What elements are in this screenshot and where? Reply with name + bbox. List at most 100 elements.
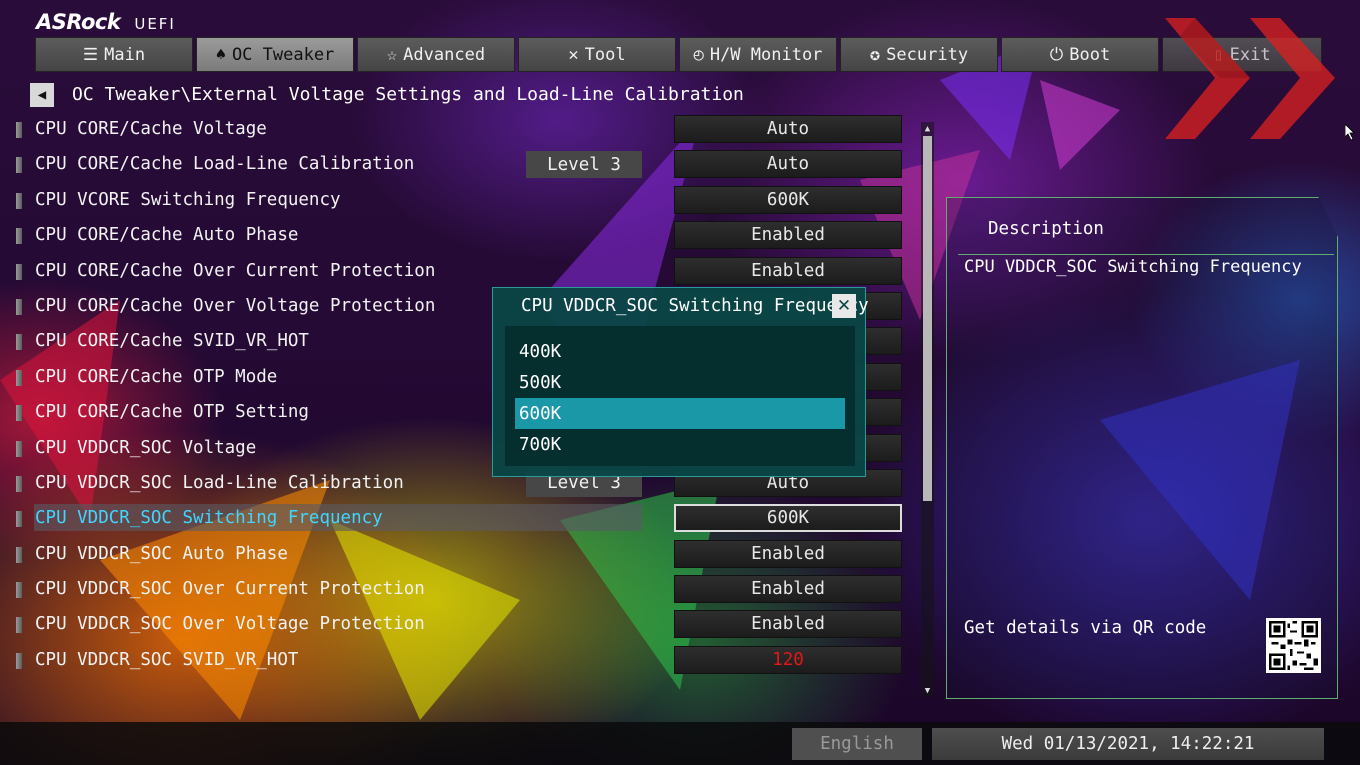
setting-value[interactable]: Enabled [674, 610, 902, 639]
tab-security[interactable]: ✪ Security [840, 37, 998, 72]
setting-label: CPU CORE/Cache Auto Phase [35, 225, 299, 246]
qr-code-icon [1266, 618, 1321, 673]
setting-value[interactable]: Enabled [674, 256, 902, 285]
popup-option[interactable]: 700K [515, 429, 845, 460]
setting-label: CPU CORE/Cache OTP Setting [35, 402, 309, 423]
row-bullet-icon [16, 440, 22, 457]
setting-label: CPU VDDCR_SOC Load-Line Calibration [35, 472, 404, 493]
setting-label: CPU CORE/Cache SVID_VR_HOT [35, 331, 309, 352]
row-bullet-icon [16, 157, 22, 174]
setting-label: CPU CORE/Cache Over Current Protection [35, 260, 436, 281]
scroll-down-arrow-icon[interactable]: ▼ [921, 684, 934, 697]
setting-row[interactable]: CPU CORE/Cache Over Current Protection E… [14, 254, 914, 289]
popup-title: CPU VDDCR_SOC Switching Frequency [521, 296, 869, 316]
watermark-logo [1165, 18, 1335, 139]
logo-brand: ASRock [36, 10, 121, 34]
setting-value[interactable]: 120 [674, 645, 902, 674]
scroll-up-arrow-icon[interactable]: ▲ [921, 122, 934, 135]
setting-label: CPU CORE/Cache Voltage [35, 119, 267, 139]
tab-main[interactable]: ☰ Main [35, 37, 193, 72]
row-bullet-icon [16, 228, 22, 245]
setting-row-selected[interactable]: CPU VDDCR_SOC Switching Frequency 600K [14, 501, 914, 536]
setting-row[interactable]: CPU VDDCR_SOC Over Current Protection En… [14, 572, 914, 607]
option-popup: CPU VDDCR_SOC Switching Frequency ✕ 400K… [492, 287, 869, 477]
row-bullet-icon [16, 475, 22, 492]
power-icon: ⏻ [1049, 44, 1064, 65]
qr-label: Get details via QR code [964, 618, 1207, 638]
language-button[interactable]: English [792, 728, 922, 760]
setting-value[interactable]: Auto [674, 150, 902, 179]
star-icon: ☆ [386, 44, 398, 65]
tab-advanced[interactable]: ☆ Advanced [357, 37, 515, 72]
setting-row[interactable]: CPU VDDCR_SOC SVID_VR_HOT 120 [14, 643, 914, 678]
popup-option[interactable]: 400K [515, 336, 845, 367]
setting-row[interactable]: CPU CORE/Cache Voltage Auto [14, 112, 914, 147]
row-bullet-icon [16, 511, 22, 528]
setting-label: CPU VDDCR_SOC Over Current Protection [35, 579, 425, 600]
mouse-cursor-icon [1345, 124, 1355, 140]
setting-row[interactable]: CPU CORE/Cache Load-Line Calibration Lev… [14, 147, 914, 182]
breadcrumb: OC Tweaker\External Voltage Settings and… [72, 84, 744, 105]
close-icon[interactable]: ✕ [832, 294, 856, 318]
row-bullet-icon [16, 617, 22, 634]
setting-label: CPU CORE/Cache Load-Line Calibration [35, 154, 415, 175]
description-divider [958, 254, 1334, 255]
setting-value[interactable]: Enabled [674, 539, 902, 568]
description-title: Description [988, 219, 1104, 239]
row-bullet-icon [16, 546, 22, 563]
row-bullet-icon [16, 369, 22, 386]
setting-row[interactable]: CPU VCORE Switching Frequency 600K [14, 183, 914, 218]
back-button[interactable]: ◀ [30, 83, 54, 107]
setting-label: CPU VCORE Switching Frequency [35, 189, 341, 210]
setting-level-indicator: Level 3 [526, 151, 642, 179]
setting-label: CPU VDDCR_SOC Voltage [35, 437, 257, 458]
tab-hw-monitor[interactable]: ◴ H/W Monitor [679, 37, 837, 72]
row-bullet-icon [16, 405, 22, 422]
wrench-icon: ✕ [568, 44, 579, 65]
setting-row[interactable]: CPU VDDCR_SOC Over Voltage Protection En… [14, 607, 914, 642]
tab-tool-label: Tool [584, 44, 626, 65]
setting-label: CPU CORE/Cache Over Voltage Protection [35, 295, 436, 316]
popup-option-selected[interactable]: 600K [515, 398, 845, 429]
row-bullet-icon [16, 652, 22, 669]
shield-icon: ✪ [869, 44, 881, 65]
setting-row[interactable]: CPU VDDCR_SOC Auto Phase Enabled [14, 537, 914, 572]
setting-value[interactable]: 600K [674, 504, 902, 533]
setting-row[interactable]: CPU CORE/Cache Auto Phase Enabled [14, 218, 914, 253]
main-tabs: ☰ Main ♠ OC Tweaker ☆ Advanced ✕ Tool ◴ … [35, 37, 1322, 72]
back-arrow-icon: ◀ [37, 87, 47, 103]
setting-value[interactable]: Enabled [674, 221, 902, 250]
row-bullet-icon [16, 192, 22, 209]
setting-label: CPU CORE/Cache OTP Mode [35, 366, 278, 387]
row-bullet-icon [16, 122, 22, 138]
setting-label: CPU VDDCR_SOC Switching Frequency [35, 508, 383, 529]
tab-oc-tweaker-label: OC Tweaker [231, 44, 335, 65]
setting-value[interactable]: 600K [674, 185, 902, 214]
setting-value[interactable]: Enabled [674, 575, 902, 604]
row-bullet-icon [16, 298, 22, 315]
setting-label: CPU VDDCR_SOC Over Voltage Protection [35, 614, 425, 635]
setting-label: CPU VDDCR_SOC Auto Phase [35, 543, 288, 564]
tab-tool[interactable]: ✕ Tool [518, 37, 676, 72]
rocket-icon: ♠ [215, 44, 226, 65]
asrock-logo: ASRock UEFI [36, 10, 176, 34]
scrollbar-thumb[interactable] [923, 136, 932, 501]
tab-oc-tweaker[interactable]: ♠ OC Tweaker [196, 37, 354, 72]
monitor-icon: ◴ [693, 44, 704, 65]
tab-security-label: Security [886, 44, 969, 65]
setting-value[interactable]: Auto [674, 115, 902, 143]
description-text: CPU VDDCR_SOC Switching Frequency [964, 257, 1302, 277]
setting-label: CPU VDDCR_SOC SVID_VR_HOT [35, 649, 299, 670]
date-time-display: Wed 01/13/2021, 14:22:21 [932, 728, 1324, 760]
logo-uefi: UEFI [134, 15, 176, 33]
row-bullet-icon [16, 263, 22, 280]
list-icon: ☰ [82, 44, 99, 65]
row-bullet-icon [16, 582, 22, 599]
row-bullet-icon [16, 334, 22, 351]
popup-option[interactable]: 500K [515, 367, 845, 398]
tab-hw-monitor-label: H/W Monitor [709, 44, 823, 65]
tab-boot[interactable]: ⏻ Boot [1001, 37, 1159, 72]
tab-boot-label: Boot [1069, 44, 1111, 65]
tab-advanced-label: Advanced [403, 44, 486, 65]
tab-main-label: Main [104, 44, 146, 65]
